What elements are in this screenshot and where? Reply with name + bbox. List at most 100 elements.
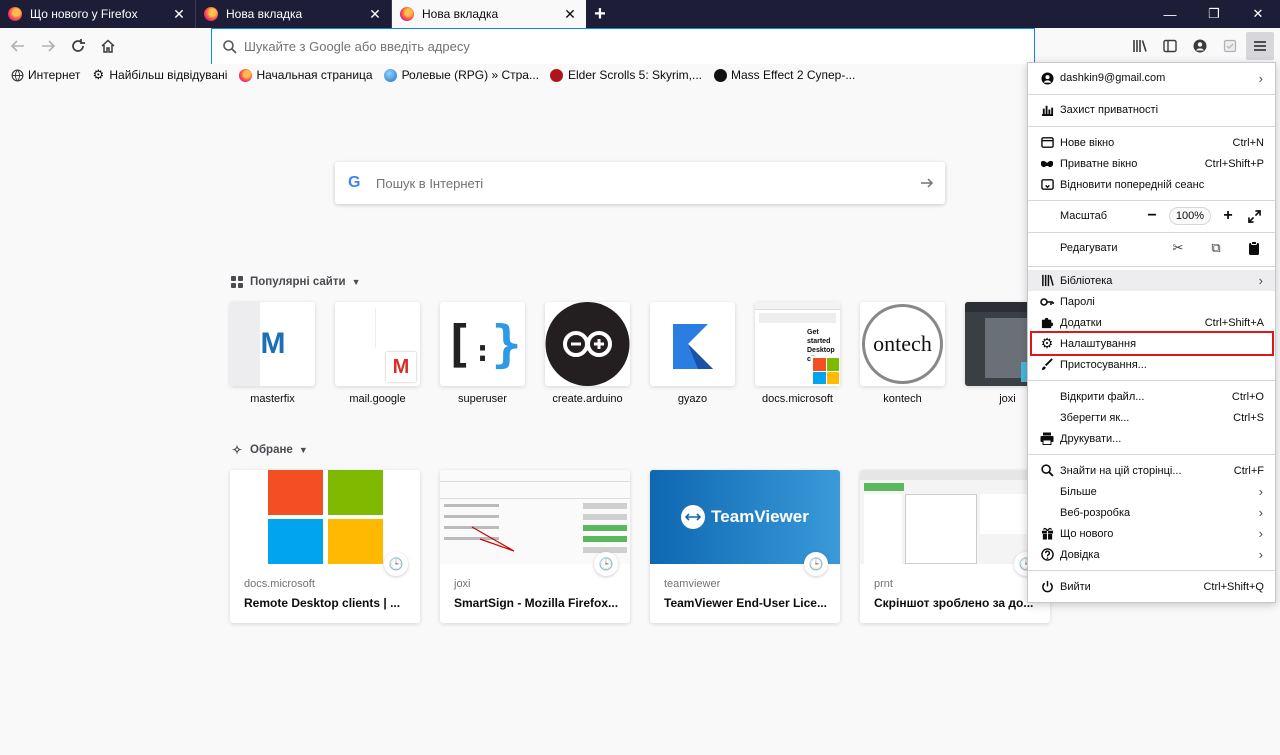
- url-input[interactable]: [244, 39, 844, 54]
- menu-addons[interactable]: Додатки Ctrl+Shift+A: [1028, 312, 1275, 333]
- menu-restore-session[interactable]: Відновити попередній сеанс: [1028, 174, 1275, 195]
- window-close-button[interactable]: ✕: [1236, 0, 1280, 28]
- menu-more[interactable]: Більше ›: [1028, 481, 1275, 502]
- zoom-value[interactable]: 100%: [1169, 207, 1211, 225]
- clock-icon: 🕒: [804, 552, 828, 576]
- card-host: joxi: [454, 578, 471, 590]
- back-arrow-icon: [10, 40, 24, 52]
- card-image: [860, 470, 1050, 564]
- topsite-tile[interactable]: M masterfix: [230, 302, 315, 405]
- bookmark-item[interactable]: Elder Scrolls 5: Skyrim,...: [550, 68, 702, 82]
- maximize-button[interactable]: ❐: [1192, 0, 1236, 28]
- ps-icon: [550, 68, 564, 82]
- menu-quit[interactable]: Вийти Ctrl+Shift+Q: [1028, 576, 1275, 597]
- extension-button[interactable]: [1216, 32, 1244, 60]
- highlight-card[interactable]: 🕒 docs.microsoft Remote Desktop clients …: [230, 470, 420, 623]
- account-icon: [1040, 71, 1054, 85]
- menu-save-as[interactable]: Зберегти як... Ctrl+S: [1028, 407, 1275, 428]
- close-icon[interactable]: ✕: [562, 6, 578, 22]
- menu-whats-new[interactable]: Що нового ›: [1028, 523, 1275, 544]
- key-icon: [1040, 295, 1054, 309]
- bookmark-label: Mass Effect 2 Супер-...: [731, 68, 856, 82]
- menu-passwords[interactable]: Паролі: [1028, 291, 1275, 312]
- new-tab-button[interactable]: +: [586, 0, 614, 28]
- reload-icon: [72, 39, 85, 52]
- bookmark-item[interactable]: Начальная страница: [238, 68, 373, 82]
- copy-button[interactable]: ⧉: [1197, 237, 1235, 259]
- menu-library[interactable]: Бібліотека ›: [1028, 270, 1275, 291]
- reload-button[interactable]: [64, 32, 92, 60]
- menu-find[interactable]: Знайти на цій сторінці... Ctrl+F: [1028, 460, 1275, 481]
- chevron-right-icon: ›: [1258, 505, 1263, 520]
- paste-button[interactable]: [1235, 237, 1273, 259]
- topsite-tile[interactable]: ontech kontech: [860, 302, 945, 405]
- topsites-header[interactable]: Популярні сайти ▼: [230, 275, 360, 289]
- chevron-down-icon: ▼: [298, 445, 308, 455]
- minimize-button[interactable]: —: [1148, 0, 1192, 28]
- menu-button[interactable]: [1246, 32, 1274, 60]
- topsite-tile[interactable]: Get started Desktop cli docs.microsoft: [755, 302, 840, 405]
- url-bar[interactable]: [211, 28, 1035, 65]
- tab-title: Нова вкладка: [422, 7, 499, 21]
- gyazo-logo: [672, 324, 713, 369]
- menu-private-window[interactable]: Приватне вікно Ctrl+Shift+P: [1028, 153, 1275, 174]
- menu-label: Нове вікно: [1060, 136, 1115, 149]
- copy-icon: ⧉: [1211, 240, 1221, 255]
- topsite-tile[interactable]: gyazo: [650, 302, 735, 405]
- tab-title: Що нового у Firefox: [30, 7, 138, 21]
- close-icon[interactable]: ✕: [367, 6, 383, 22]
- home-button[interactable]: [94, 32, 122, 60]
- forward-button[interactable]: [34, 32, 62, 60]
- menu-shortcut: Ctrl+F: [1233, 464, 1264, 477]
- bookmark-item[interactable]: ⚙ Найбільш відвідувані: [91, 67, 228, 82]
- menu-new-window[interactable]: Нове вікно Ctrl+N: [1028, 132, 1275, 153]
- card-title: Remote Desktop clients | ...: [244, 596, 401, 610]
- bookmark-item[interactable]: Ролевые (RPG) » Стра...: [384, 68, 539, 82]
- close-icon[interactable]: ✕: [171, 6, 187, 22]
- account-button[interactable]: [1186, 32, 1214, 60]
- menu-print[interactable]: Друкувати...: [1028, 428, 1275, 449]
- chart-icon: [1040, 103, 1054, 117]
- fullscreen-button[interactable]: [1241, 205, 1267, 227]
- menu-web-dev[interactable]: Веб-розробка ›: [1028, 502, 1275, 523]
- menu-label: Зберегти як...: [1060, 411, 1130, 424]
- highlight-card[interactable]: 🕒 joxi SmartSign - Mozilla Firefox...: [440, 470, 630, 623]
- library-button[interactable]: [1126, 32, 1154, 60]
- tab-new-1[interactable]: Нова вкладка ✕: [196, 0, 392, 28]
- bookmark-item[interactable]: Mass Effect 2 Супер-...: [713, 68, 855, 82]
- menu-account[interactable]: dashkin9@gmail.com ›: [1028, 67, 1275, 89]
- highlight-card[interactable]: 🕒 prnt Скріншот зроблено за до...: [860, 470, 1050, 623]
- menu-privacy[interactable]: Захист приватності: [1028, 99, 1275, 120]
- menu-shortcut: Ctrl+Shift+Q: [1203, 580, 1264, 593]
- back-button[interactable]: [4, 32, 32, 60]
- toolbar-right: [1124, 32, 1280, 60]
- sidebar-button[interactable]: [1156, 32, 1184, 60]
- section-title: Обране: [250, 444, 293, 456]
- menu-help[interactable]: Довідка ›: [1028, 544, 1275, 565]
- globe-icon: [384, 68, 398, 82]
- topsite-tile[interactable]: M mail.google: [335, 302, 420, 405]
- topsite-thumb: [:}: [440, 302, 525, 386]
- arrow-right-icon[interactable]: [909, 175, 945, 191]
- cut-button[interactable]: ✂: [1159, 237, 1197, 259]
- bookmark-item[interactable]: Интернет: [10, 68, 80, 82]
- gmail-logo: M: [386, 352, 416, 382]
- menu-customize[interactable]: Пристосування...: [1028, 354, 1275, 375]
- zoom-out-button[interactable]: −: [1139, 205, 1165, 227]
- highlight-card[interactable]: TeamViewer 🕒 teamviewer TeamViewer End-U…: [650, 470, 840, 623]
- scissors-icon: ✂: [1172, 240, 1184, 255]
- topsite-label: docs.microsoft: [762, 393, 833, 405]
- topsite-label: masterfix: [250, 393, 295, 405]
- tab-new-active[interactable]: Нова вкладка ✕: [392, 0, 586, 28]
- card-host: teamviewer: [664, 578, 721, 590]
- power-icon: [1040, 580, 1054, 594]
- menu-open-file[interactable]: Відкрити файл... Ctrl+O: [1028, 386, 1275, 407]
- highlights-header[interactable]: ✧ Обране ▼: [230, 443, 308, 457]
- hamburger-icon: [1254, 41, 1266, 51]
- tab-whats-new[interactable]: Що нового у Firefox ✕: [0, 0, 196, 28]
- masterfix-logo: M: [260, 327, 286, 360]
- topsite-tile[interactable]: [:} superuser: [440, 302, 525, 405]
- topsite-tile[interactable]: create.arduino: [545, 302, 630, 405]
- zoom-in-button[interactable]: +: [1215, 205, 1241, 227]
- google-search-box[interactable]: G Пошук в Інтернеті: [335, 162, 945, 204]
